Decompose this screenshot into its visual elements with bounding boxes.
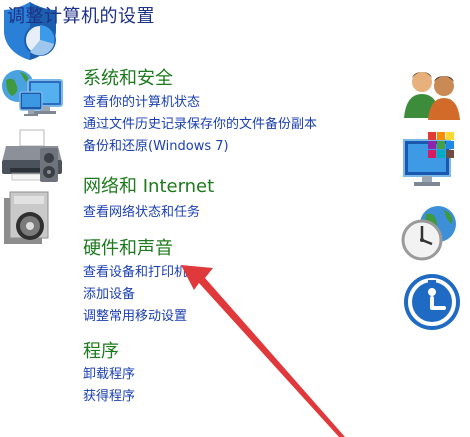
category-title-programs[interactable]: 程序 (83, 337, 119, 363)
programs-icon[interactable] (0, 188, 54, 248)
category-title-hardware-sound[interactable]: 硬件和声音 (83, 234, 173, 260)
link-backup-restore[interactable]: 备份和还原(Windows 7) (83, 135, 229, 154)
link-uninstall-program[interactable]: 卸载程序 (83, 363, 135, 382)
clock-region-icon[interactable] (400, 204, 462, 262)
link-file-history[interactable]: 通过文件历史记录保存你的文件备份副本 (83, 113, 317, 132)
ease-of-access-icon[interactable] (402, 272, 462, 332)
link-mobility-settings[interactable]: 调整常用移动设置 (83, 305, 187, 324)
category-hardware-sound: 硬件和声音 查看设备和打印机 添加设备 调整常用移动设置 (0, 128, 470, 324)
user-accounts-icon[interactable] (402, 68, 462, 120)
category-title-network-internet[interactable]: 网络和 Internet (83, 172, 214, 198)
link-network-status[interactable]: 查看网络状态和任务 (83, 201, 200, 220)
link-add-device[interactable]: 添加设备 (83, 283, 135, 302)
appearance-icon[interactable] (402, 130, 462, 190)
network-icon[interactable] (0, 66, 66, 124)
printer-icon[interactable] (0, 128, 66, 184)
link-devices-printers[interactable]: 查看设备和打印机 (83, 261, 187, 280)
link-check-status[interactable]: 查看你的计算机状态 (83, 91, 200, 110)
page-title: 调整计算机的设置 (7, 6, 155, 27)
category-title-system-security[interactable]: 系统和安全 (83, 64, 173, 90)
link-get-programs[interactable]: 获得程序 (83, 385, 135, 404)
